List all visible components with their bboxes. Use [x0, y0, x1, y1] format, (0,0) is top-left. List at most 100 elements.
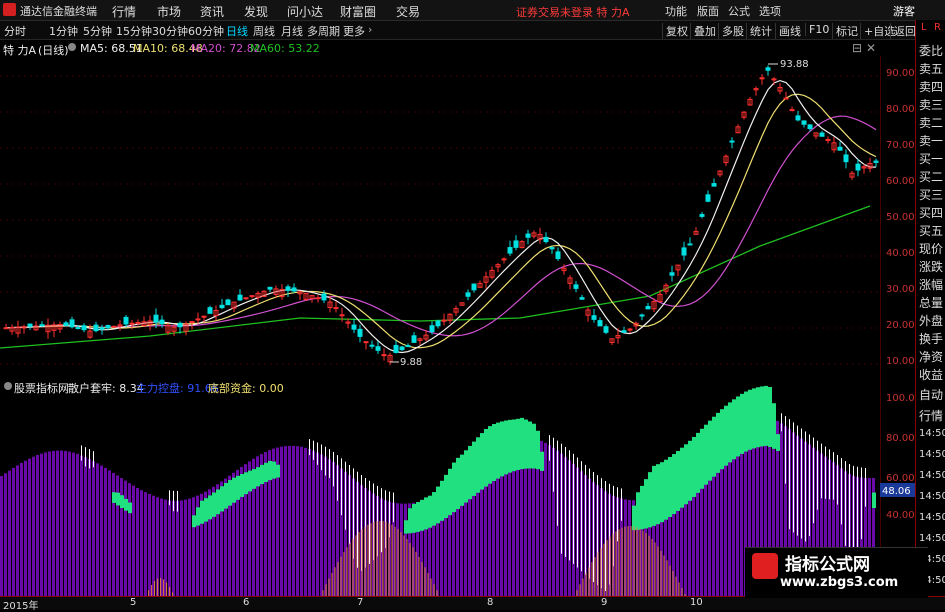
login-notice[interactable]: 证券交易未登录 特 力A	[516, 4, 630, 20]
overlay-button[interactable]: 叠加	[690, 23, 716, 39]
month-label: 9	[601, 597, 608, 608]
restore-rights-button[interactable]: 复权	[662, 23, 688, 39]
side-item[interactable]: 买五	[919, 222, 943, 239]
side-item[interactable]: 委比	[919, 42, 943, 59]
layout-button[interactable]: 版面	[697, 3, 719, 19]
side-item[interactable]: 卖四	[919, 78, 943, 95]
price-tick: 10.00	[886, 356, 915, 367]
side-item[interactable]: 卖二	[919, 114, 943, 131]
menu-jiaoyi[interactable]: 交易	[396, 3, 420, 20]
price-tick: 50.00	[886, 212, 915, 223]
side-item[interactable]: 涨幅	[919, 276, 943, 293]
period-more[interactable]: 更多	[343, 23, 365, 39]
price-tick: 20.00	[886, 320, 915, 331]
back-button[interactable]: 返回	[890, 23, 916, 39]
price-tick: 40.00	[886, 248, 915, 259]
period-multi[interactable]: 多周期	[307, 23, 340, 39]
app-logo-icon	[3, 3, 16, 16]
multi-stock-button[interactable]: 多股	[718, 23, 744, 39]
ind-tick: 100.0	[886, 393, 915, 404]
current-indicator-value: 48.06	[882, 486, 911, 497]
guest-label[interactable]: 游客	[893, 3, 915, 19]
function-button[interactable]: 功能	[665, 3, 687, 19]
period-daily[interactable]: 日线	[226, 23, 248, 39]
settings-dot-icon[interactable]	[68, 43, 76, 51]
price-tick: 60.00	[886, 176, 915, 187]
options-button[interactable]: 选项	[759, 3, 781, 19]
low-price-label: 9.88	[400, 357, 422, 368]
menu-hangqing[interactable]: 行情	[112, 3, 136, 20]
month-label: 5	[130, 597, 137, 608]
side-item[interactable]: 卖一	[919, 132, 943, 149]
period-5min[interactable]: 5分钟	[83, 23, 112, 39]
period-monthly[interactable]: 月线	[281, 23, 303, 39]
period-1min[interactable]: 1分钟	[49, 23, 78, 39]
menu-zixun[interactable]: 资讯	[200, 3, 224, 20]
menu-caifuquan[interactable]: 财富圈	[340, 3, 376, 20]
ind-tick: 80.00	[886, 433, 915, 444]
side-item[interactable]: 买三	[919, 186, 943, 203]
menu-faxian[interactable]: 发现	[244, 3, 268, 20]
side-item[interactable]: 总量	[919, 294, 943, 311]
side-lower-item[interactable]: 自动	[919, 386, 943, 403]
side-item[interactable]: 卖五	[919, 60, 943, 77]
side-tab-l[interactable]: L	[921, 22, 927, 33]
menu-shichang[interactable]: 市场	[157, 3, 181, 20]
period-30min[interactable]: 30分钟	[152, 23, 188, 39]
month-label: 10	[690, 597, 703, 608]
side-tab-r[interactable]: R	[934, 22, 941, 33]
side-item[interactable]: 卖三	[919, 96, 943, 113]
price-tick: 70.00	[886, 140, 915, 151]
period-60min[interactable]: 60分钟	[188, 23, 224, 39]
watermark-url: www.zbgs3.com	[780, 575, 899, 590]
ma20-line	[5, 115, 877, 337]
price-tick: 90.00	[886, 68, 915, 79]
side-item[interactable]: 换手	[919, 330, 943, 347]
menu-wenxiaoda[interactable]: 问小达	[287, 3, 323, 20]
side-item[interactable]: 净资	[919, 348, 943, 365]
side-lower-item[interactable]: 行情	[919, 407, 943, 424]
app-title: 通达信金融终端	[20, 5, 97, 18]
draw-line-button[interactable]: 画线	[775, 23, 801, 39]
ind-tick: 40.00	[886, 510, 915, 521]
side-item[interactable]: 涨跌	[919, 258, 943, 275]
month-label: 6	[243, 597, 250, 608]
side-lower-item[interactable]: 14:50	[919, 491, 945, 502]
side-lower-item[interactable]: 14:50	[919, 449, 945, 460]
period-15min[interactable]: 15分钟	[116, 23, 152, 39]
close-icon[interactable]: ✕	[866, 41, 876, 55]
kline-chart: 93.88 9.88	[0, 59, 880, 368]
formula-button[interactable]: 公式	[728, 3, 750, 19]
month-label: 7	[357, 597, 364, 608]
period-fenshi[interactable]: 分时	[4, 23, 26, 39]
statistics-button[interactable]: 统计	[746, 23, 772, 39]
side-lower-item[interactable]: 14:50	[919, 470, 945, 481]
collapse-icon[interactable]: ⊟	[852, 41, 862, 55]
side-item[interactable]: 买二	[919, 168, 943, 185]
ind-tick: 60.00	[886, 473, 915, 484]
price-tick: 80.00	[886, 104, 915, 115]
watermark-logo-icon	[752, 553, 778, 579]
more-chevron-icon[interactable]: ›	[368, 23, 372, 36]
side-item[interactable]: 买四	[919, 204, 943, 221]
ma60-value: MA60: 53.22	[250, 42, 320, 55]
period-weekly[interactable]: 周线	[253, 23, 275, 39]
mark-button[interactable]: 标记	[832, 23, 858, 39]
time-axis	[0, 596, 945, 610]
side-lower-item[interactable]: 14:50	[919, 533, 945, 544]
price-axis: 90.00 80.00 70.00 60.00 50.00 40.00 30.0…	[880, 56, 915, 596]
price-tick: 30.00	[886, 284, 915, 295]
side-item[interactable]: 收益	[919, 366, 943, 383]
watermark-title: 指标公式网	[785, 555, 870, 575]
high-price-label: 93.88	[780, 59, 809, 70]
side-lower-item[interactable]: 14:50	[919, 428, 945, 439]
f10-button[interactable]: F10	[805, 23, 829, 36]
side-item[interactable]: 外盘	[919, 312, 943, 329]
ma10-line	[5, 93, 877, 349]
side-item[interactable]: 买一	[919, 150, 943, 167]
title-bar	[0, 0, 945, 21]
side-lower-item[interactable]: 14:50	[919, 512, 945, 523]
month-label: 2015年	[3, 601, 39, 612]
ma5-line	[5, 79, 877, 354]
side-item[interactable]: 现价	[919, 240, 943, 257]
